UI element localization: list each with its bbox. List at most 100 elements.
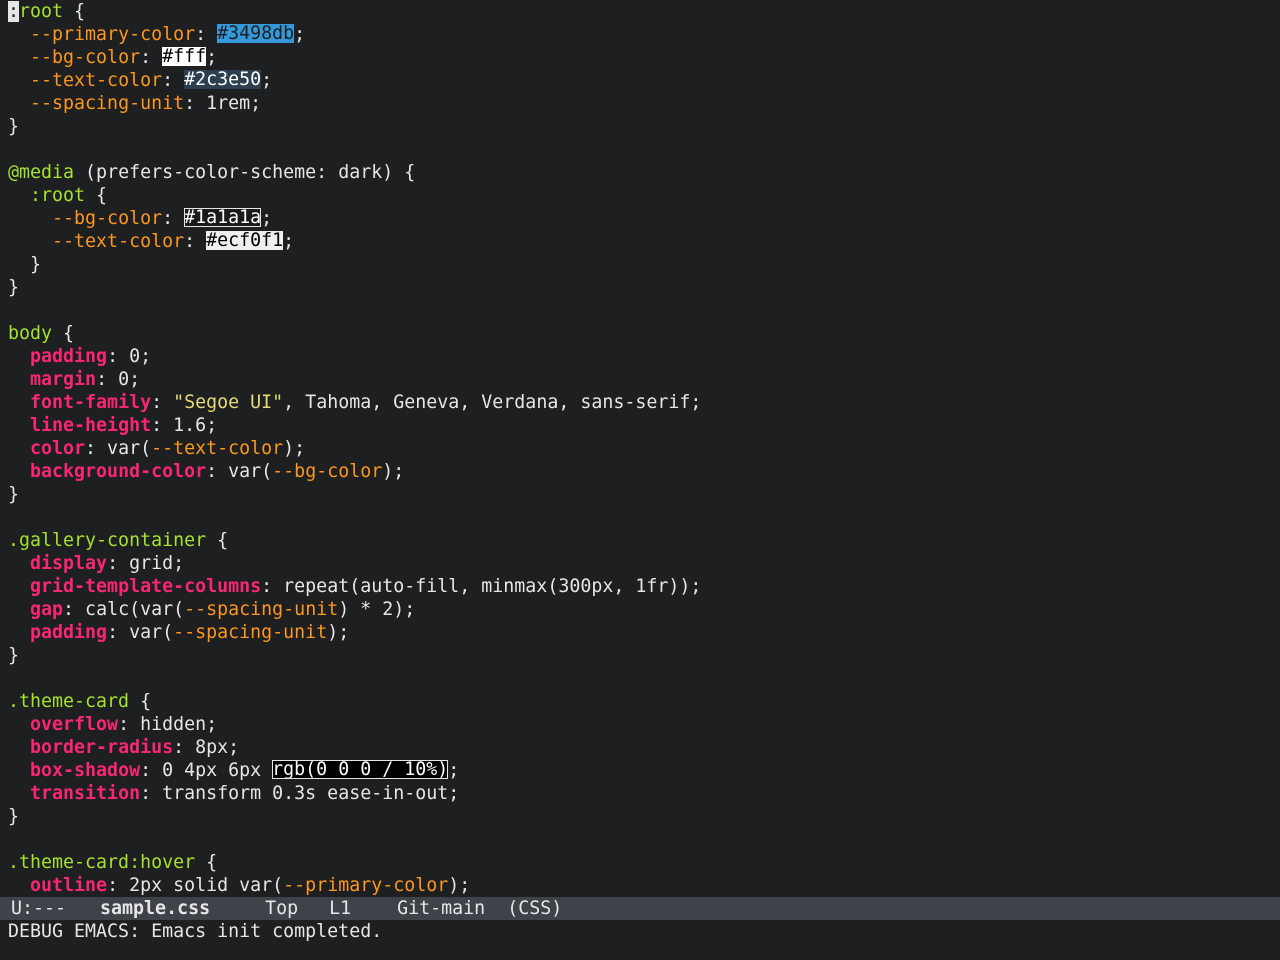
code-token: } — [8, 277, 20, 298]
code-line[interactable]: color: var(--text-color); — [8, 437, 1276, 460]
code-token: --spacing-unit — [184, 599, 339, 620]
code-line[interactable]: box-shadow: 0 4px 6px rgb(0 0 0 / 10%); — [8, 759, 1276, 782]
code-line[interactable]: grid-template-columns: repeat(auto-fill,… — [8, 575, 1276, 598]
modeline-buffer-name[interactable]: sample.css — [100, 897, 210, 920]
code-line[interactable]: line-height: 1.6; — [8, 414, 1276, 437]
echo-area: DEBUG EMACS: Emacs init completed. — [8, 921, 383, 942]
code-line[interactable]: font-family: "Segoe UI", Tahoma, Geneva,… — [8, 391, 1276, 414]
code-line[interactable]: } — [8, 115, 1276, 138]
code-token: : var( — [107, 622, 174, 643]
code-line[interactable]: border-radius: 8px; — [8, 736, 1276, 759]
code-token: : repeat(auto-fill, minmax(300px, 1fr)); — [261, 576, 702, 597]
color-swatch: #1a1a1a — [184, 207, 262, 228]
code-line[interactable]: .gallery-container { — [8, 529, 1276, 552]
code-line[interactable]: } — [8, 644, 1276, 667]
code-token: transition — [30, 783, 141, 804]
code-line[interactable]: --primary-color: #3498db; — [8, 23, 1276, 46]
code-token: gap — [30, 599, 64, 620]
code-token: :root — [30, 185, 86, 206]
code-line[interactable] — [8, 138, 1276, 161]
code-line[interactable]: --bg-color: #1a1a1a; — [8, 207, 1276, 230]
code-token: "Segoe UI" — [173, 392, 284, 413]
code-token: : — [162, 208, 185, 229]
code-token: overflow — [30, 714, 119, 735]
color-swatch: #ecf0f1 — [206, 230, 284, 251]
code-line[interactable]: .theme-card { — [8, 690, 1276, 713]
code-token: .gallery-container — [8, 530, 207, 551]
code-line[interactable]: :root { — [8, 0, 1276, 23]
code-line[interactable]: body { — [8, 322, 1276, 345]
code-line[interactable]: .theme-card:hover { — [8, 851, 1276, 874]
code-token: { — [85, 185, 108, 206]
code-line[interactable]: :root { — [8, 184, 1276, 207]
color-swatch: #fff — [162, 46, 207, 67]
code-token: ); — [448, 875, 471, 896]
code-token: --text-color — [52, 231, 185, 252]
code-line[interactable]: } — [8, 253, 1276, 276]
code-line[interactable] — [8, 667, 1276, 690]
code-token: : — [140, 47, 163, 68]
code-token: : calc(var( — [63, 599, 185, 620]
code-area[interactable]: :root { --primary-color: #3498db; --bg-c… — [8, 0, 1276, 897]
code-line[interactable]: --text-color: #ecf0f1; — [8, 230, 1276, 253]
code-token: ; — [448, 760, 460, 781]
code-line[interactable]: padding: 0; — [8, 345, 1276, 368]
code-line[interactable]: margin: 0; — [8, 368, 1276, 391]
code-line[interactable]: outline: 2px solid var(--primary-color); — [8, 874, 1276, 897]
code-token: --text-color — [151, 438, 284, 459]
code-line[interactable]: } — [8, 483, 1276, 506]
code-token: --bg-color — [52, 208, 163, 229]
code-line[interactable]: --spacing-unit: 1rem; — [8, 92, 1276, 115]
code-token: --spacing-unit — [173, 622, 328, 643]
code-token: --bg-color — [30, 47, 141, 68]
code-line[interactable] — [8, 506, 1276, 529]
code-token: --primary-color — [283, 875, 449, 896]
modeline-position: Top — [265, 898, 299, 919]
modeline-major-mode[interactable]: (CSS) — [507, 897, 562, 920]
code-token: } — [8, 806, 20, 827]
text-cursor: : — [8, 1, 20, 22]
code-line[interactable]: gap: calc(var(--spacing-unit) * 2); — [8, 598, 1276, 621]
code-token: line-height — [30, 415, 152, 436]
code-token: ); — [382, 461, 405, 482]
code-line[interactable]: transition: transform 0.3s ease-in-out; — [8, 782, 1276, 805]
color-swatch: #2c3e50 — [184, 69, 262, 90]
code-token: : var( — [206, 461, 273, 482]
code-token: outline — [30, 875, 108, 896]
code-line[interactable]: --bg-color: #fff; — [8, 46, 1276, 69]
code-token: : var( — [85, 438, 152, 459]
editor-buffer[interactable]: :root { --primary-color: #3498db; --bg-c… — [0, 0, 1280, 897]
code-line[interactable]: display: grid; — [8, 552, 1276, 575]
code-token: : 1rem; — [184, 93, 262, 114]
code-token: } — [8, 484, 20, 505]
code-token: font-family — [30, 392, 152, 413]
code-token: .theme-card:hover — [8, 852, 196, 873]
code-line[interactable]: padding: var(--spacing-unit); — [8, 621, 1276, 644]
code-token: ); — [327, 622, 350, 643]
code-line[interactable] — [8, 299, 1276, 322]
code-line[interactable]: } — [8, 805, 1276, 828]
code-line[interactable]: background-color: var(--bg-color); — [8, 460, 1276, 483]
code-line[interactable] — [8, 828, 1276, 851]
code-line[interactable]: --text-color: #2c3e50; — [8, 69, 1276, 92]
code-token: (prefers-color-scheme: dark) { — [74, 162, 416, 183]
modeline-vc-branch[interactable]: Git-main — [397, 897, 485, 920]
code-line[interactable]: @media (prefers-color-scheme: dark) { — [8, 161, 1276, 184]
code-line[interactable]: overflow: hidden; — [8, 713, 1276, 736]
code-token: ); — [283, 438, 306, 459]
code-line[interactable]: } — [8, 276, 1276, 299]
code-token: padding — [30, 346, 108, 367]
code-token: : hidden; — [118, 714, 218, 735]
color-swatch: rgb(0 0 0 / 10%) — [272, 759, 449, 780]
